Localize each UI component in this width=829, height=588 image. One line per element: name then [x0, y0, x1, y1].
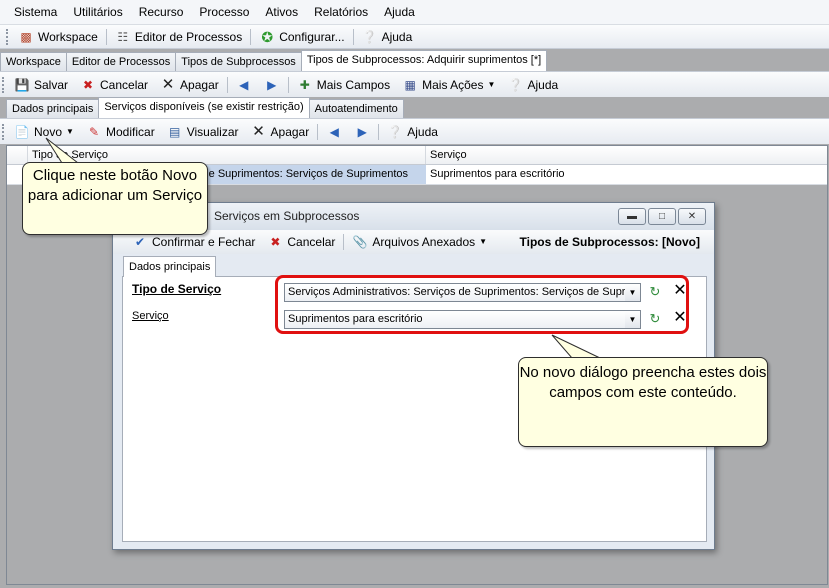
dialog-context-title: Tipos de Subprocessos: [Novo] [519, 235, 700, 249]
toolbar-grip[interactable] [6, 28, 9, 45]
help-icon: ❔ [362, 29, 378, 44]
confirm-close-button[interactable]: ✔ Confirmar e Fechar [126, 232, 261, 252]
process-editor-button[interactable]: ☷ Editor de Processos [109, 27, 248, 47]
chevron-down-icon: ▼ [66, 126, 74, 136]
tab-dialog-main-data[interactable]: Dados principais [123, 256, 217, 277]
grid-previous-button[interactable]: ◀ [320, 122, 348, 142]
menu-sistema[interactable]: Sistema [6, 5, 65, 19]
record-tabs: Dados principais Serviços disponíveis (s… [6, 97, 404, 118]
green-gear-icon: ✪ [261, 28, 274, 45]
toolbar-separator [378, 123, 380, 140]
toolbar-separator [343, 234, 345, 250]
help-icon: ❔ [507, 77, 523, 92]
new-button[interactable]: 📄 Novo ▼ [8, 122, 80, 142]
fields-icon: ✚ [299, 77, 310, 92]
tab-self-service[interactable]: Autoatendimento [308, 99, 404, 118]
delete-button[interactable]: ✕ Apagar [154, 75, 225, 95]
minimize-button[interactable]: ▬ [618, 208, 646, 225]
highlight-box [275, 275, 689, 334]
tab-main-data[interactable]: Dados principais [6, 99, 100, 118]
maximize-button[interactable]: □ [648, 208, 676, 225]
grid-help-button[interactable]: ❔ Ajuda [381, 122, 444, 142]
cell-service[interactable]: Suprimentos para escritório [426, 165, 826, 184]
grid-next-button[interactable]: ▶ [348, 122, 376, 142]
service-type-label: Tipo de Serviço [132, 282, 222, 296]
more-fields-button[interactable]: ✚ Mais Campos [291, 75, 396, 95]
arrow-right-icon: ▶ [357, 124, 367, 139]
attachments-button[interactable]: 📎 Arquivos Anexados ▼ [346, 232, 493, 252]
edit-icon: ✎ [88, 124, 100, 139]
tab-workspace[interactable]: Workspace [0, 52, 67, 71]
toolbar-separator [105, 28, 107, 45]
delete-icon: ✕ [252, 122, 265, 140]
modify-button[interactable]: ✎ Modificar [80, 122, 161, 142]
check-icon: ✔ [134, 235, 146, 249]
grid-delete-button[interactable]: ✕ Apagar [245, 122, 316, 142]
menu-relatorios[interactable]: Relatórios [306, 5, 376, 19]
close-button[interactable]: ✕ [678, 208, 706, 225]
window-controls: ▬ □ ✕ [618, 208, 706, 225]
grid-toolbar: 📄 Novo ▼ ✎ Modificar ▤ Visualizar ✕ Apag… [0, 118, 829, 144]
dialog-cancel-button[interactable]: ✖ Cancelar [261, 232, 341, 252]
toolbar-separator [287, 76, 289, 93]
toolbar-separator [317, 123, 319, 140]
help-button[interactable]: ❔ Ajuda [356, 27, 419, 47]
callout-fill-fields: No novo diálogo preencha estes dois camp… [518, 357, 768, 447]
flowchart-icon: ☷ [117, 29, 129, 44]
toolbar-grip[interactable] [2, 123, 5, 140]
briefcase-icon: ▩ [20, 29, 32, 44]
toolbar-separator [226, 76, 228, 93]
cancel-icon: ✖ [82, 77, 94, 92]
help-icon: ❔ [387, 124, 403, 139]
chevron-down-icon: ▼ [479, 237, 488, 246]
column-service[interactable]: Serviço [426, 146, 826, 164]
save-icon: 💾 [14, 77, 30, 92]
arrow-left-icon: ◀ [239, 77, 249, 92]
menu-recurso[interactable]: Recurso [131, 5, 192, 19]
cancel-icon: ✖ [270, 235, 281, 249]
document-tabs: Workspace Editor de Processos Tipos de S… [0, 50, 548, 71]
view-button[interactable]: ▤ Visualizar [161, 122, 245, 142]
tab-process-editor[interactable]: Editor de Processos [65, 52, 177, 71]
tab-subprocess-types[interactable]: Tipos de Subprocessos [175, 52, 302, 71]
main-toolbar: ▩ Workspace ☷ Editor de Processos ✪ Conf… [0, 25, 829, 49]
paperclip-icon: 📎 [352, 235, 368, 249]
record-help-button[interactable]: ❔ Ajuda [501, 75, 564, 95]
previous-button[interactable]: ◀ [230, 75, 258, 95]
tab-available-services[interactable]: Serviços disponíveis (se existir restriç… [98, 97, 310, 118]
menu-bar: Sistema Utilitários Recurso Processo Ati… [0, 0, 829, 25]
tab-subprocess-adquirir[interactable]: Tipos de Subprocessos: Adquirir suprimen… [300, 50, 548, 71]
menu-ativos[interactable]: Ativos [257, 5, 306, 19]
save-button[interactable]: 💾 Salvar [8, 75, 74, 95]
menu-processo[interactable]: Processo [191, 5, 257, 19]
more-actions-button[interactable]: ▦ Mais Ações ▼ [396, 75, 501, 95]
actions-icon: ▦ [404, 77, 416, 92]
callout-new-button: Clique neste botão Novo para adicionar u… [22, 162, 208, 235]
menu-utilitarios[interactable]: Utilitários [65, 5, 130, 19]
toolbar-grip[interactable] [2, 76, 5, 93]
toolbar-separator [250, 28, 252, 45]
next-button[interactable]: ▶ [258, 75, 286, 95]
chevron-down-icon: ▼ [487, 79, 496, 89]
delete-icon: ✕ [161, 75, 175, 93]
new-document-icon: 📄 [14, 124, 30, 139]
record-toolbar: 💾 Salvar ✖ Cancelar ✕ Apagar ◀ ▶ ✚ Mais … [0, 71, 829, 97]
row-selector-header [7, 146, 28, 164]
cancel-button[interactable]: ✖ Cancelar [74, 75, 154, 95]
configure-button[interactable]: ✪ Configurar... [253, 27, 350, 47]
arrow-right-icon: ▶ [267, 77, 277, 92]
menu-ajuda[interactable]: Ajuda [376, 5, 423, 19]
arrow-left-icon: ◀ [329, 124, 339, 139]
service-label: Serviço [132, 310, 169, 322]
view-icon: ▤ [169, 124, 181, 139]
toolbar-separator [352, 28, 354, 45]
workspace-button[interactable]: ▩ Workspace [12, 27, 104, 47]
